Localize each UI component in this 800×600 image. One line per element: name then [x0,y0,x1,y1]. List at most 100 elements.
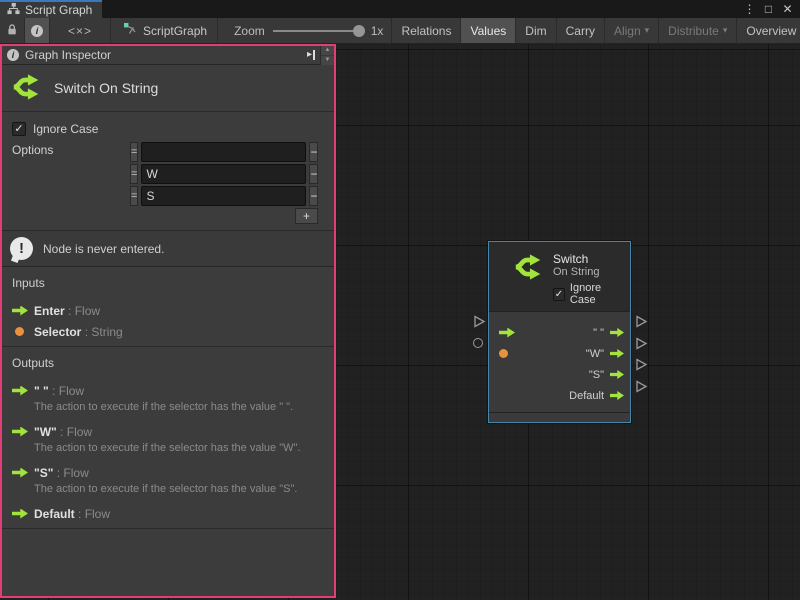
values-label: Values [470,24,506,38]
zoom-label: Zoom [234,24,265,38]
graph-inspector-panel: i Graph Inspector ▸ ▲ ▼ Switch On String… [0,44,336,598]
ignore-case-label: Ignore Case [33,122,98,136]
overview-button[interactable]: Overview [737,18,800,43]
options-label: Options [12,142,130,157]
output-port-item: " " : Flow [12,380,324,401]
value-dot-icon [499,349,508,358]
outputs-header: Outputs [12,356,324,370]
drag-handle-icon[interactable]: = [130,186,138,206]
remove-option-button[interactable]: − [309,142,318,162]
zoom-slider[interactable] [273,24,363,38]
graph-name-label: ScriptGraph [143,24,207,38]
window-close-icon[interactable]: ✕ [779,1,796,17]
toolbar-right-group: Relations Values Dim Carry Align▾ Distri… [391,18,800,43]
warning-icon: ! [10,237,33,260]
selector-port[interactable] [495,349,517,358]
overview-label: Overview [746,24,796,38]
ignore-case-checkbox[interactable]: ✓ [12,122,26,136]
switch-on-string-node[interactable]: Switch On String ✓ Ignore Case " " "W" [488,241,631,423]
node-output-connector-icon[interactable] [635,337,648,353]
node-output-connector-icon[interactable] [635,380,648,396]
flow-arrow-icon [12,386,34,396]
port-name: Enter [34,304,65,318]
tab-script-graph[interactable]: Script Graph [0,0,102,18]
tab-label: Script Graph [25,3,92,17]
dim-button[interactable]: Dim [516,18,556,43]
flow-arrow-icon [12,468,34,478]
port-separator: : [75,507,85,521]
window-tab-bar: Script Graph ⋮ □ ✕ [0,0,800,18]
flow-arrow-icon[interactable] [610,370,624,379]
inspector-toggle-button[interactable]: i [25,18,50,43]
zoom-control: Zoom 1x [218,18,391,43]
flow-arrow-icon[interactable] [610,349,624,358]
window-maximize-icon[interactable]: □ [760,1,777,17]
node-ignore-case-checkbox[interactable]: ✓ [553,288,565,301]
node-header[interactable]: Switch On String ✓ Ignore Case [489,242,630,312]
option-value-input[interactable] [141,186,306,206]
node-ignore-case-label: Ignore Case [570,282,624,306]
flow-arrow-icon[interactable] [610,328,624,337]
output-port-item: Default : Flow [12,503,324,524]
node-subtitle: On String [553,266,624,279]
flow-arrow-icon[interactable] [610,391,624,400]
flow-arrow-icon [12,509,34,519]
drag-handle-icon[interactable]: = [130,164,138,184]
output-port-item: "S" : Flow [12,462,324,483]
port-separator: : [49,384,59,398]
relations-button[interactable]: Relations [391,18,461,43]
port-type: Flow [85,507,110,521]
port-type: Flow [67,425,92,439]
port-name: Default [34,507,75,521]
lock-button[interactable] [0,18,25,43]
node-output-connector-icon[interactable] [635,315,648,331]
warning-strip: ! Node is never entered. [2,231,334,267]
dock-inspector-button[interactable]: ▸ [302,48,320,63]
edit-script-button[interactable]: <×> [50,18,111,43]
drag-handle-icon[interactable]: = [130,142,138,162]
zoom-slider-handle[interactable] [353,25,365,37]
port-separator: : [53,466,63,480]
option-value-input[interactable] [141,142,306,162]
carry-button[interactable]: Carry [557,18,605,43]
option-value-input[interactable] [141,164,306,184]
options-list: = − = − = − + [130,142,318,224]
options-row: Options = − = − = − + [12,142,322,224]
distribute-button[interactable]: Distribute ▾ [659,18,737,43]
node-output-connector-icon[interactable] [635,358,648,374]
option-item: = − [130,186,318,206]
values-button[interactable]: Values [461,18,516,43]
output-port-item: "W" : Flow [12,421,324,442]
node-head-text: Switch On String ✓ Ignore Case [553,252,624,306]
inspector-header-label: Graph Inspector [25,48,111,62]
inspector-properties: ✓ Ignore Case Options = − = − = − [2,112,334,231]
flow-arrow-icon [499,328,515,338]
node-input-value-connector-icon[interactable] [473,338,483,348]
step-up-icon[interactable]: ▲ [321,46,334,55]
zoom-slider-track[interactable] [273,30,363,32]
graph-reference-button[interactable]: ScriptGraph [111,18,218,43]
distribute-label: Distribute [668,24,719,38]
option-item: = − [130,142,318,162]
port-type: Flow [59,384,84,398]
remove-option-button[interactable]: − [309,164,318,184]
dock-icon: ▸ [307,50,315,60]
relations-label: Relations [401,24,451,38]
enter-port[interactable] [495,328,517,338]
graph-toolbar: i <×> ScriptGraph Zoom 1x Relations Valu… [0,18,800,44]
inputs-section: Inputs Enter : Flow Selector : String [2,267,334,347]
step-down-icon[interactable]: ▼ [321,55,334,65]
node-input-flow-connector-icon[interactable] [473,315,486,331]
node-port-row: Default [495,385,624,406]
window-menu-icon[interactable]: ⋮ [741,1,758,17]
remove-option-button[interactable]: − [309,186,318,206]
add-option-button[interactable]: + [295,208,318,224]
align-button[interactable]: Align▾ [605,18,659,43]
inspector-header: i Graph Inspector ▸ ▲ ▼ [2,46,334,65]
node-port-row: "W" [495,343,624,364]
carry-label: Carry [566,24,595,38]
input-port-item: Enter : Flow [12,300,324,321]
node-ports: " " "W" "S" Default [489,312,630,412]
warning-text: Node is never entered. [43,242,164,256]
chevron-down-icon: ▾ [723,25,728,36]
